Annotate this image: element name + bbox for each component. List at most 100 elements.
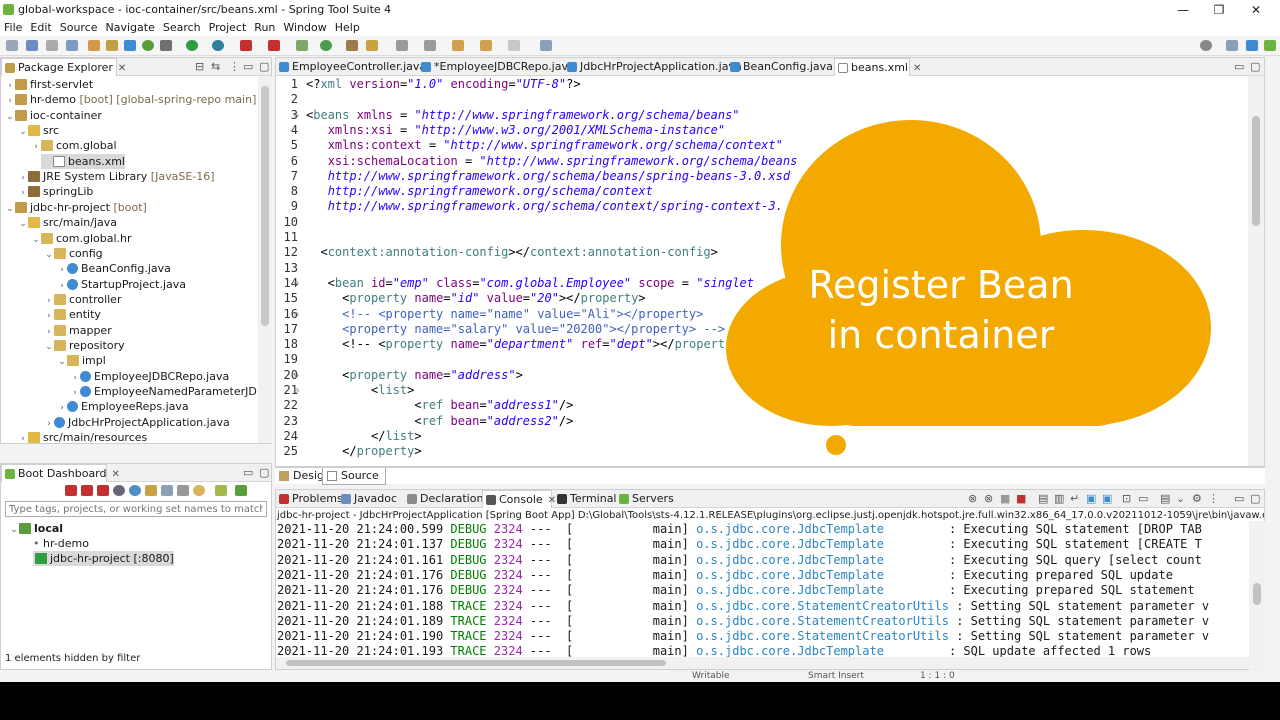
tree-item[interactable]: › com.global — [1, 138, 116, 155]
run-icon[interactable] — [186, 40, 198, 51]
tree-item[interactable]: › JdbcHrProjectApplication.java — [1, 415, 230, 430]
tab-javadoc[interactable]: Javadoc — [338, 490, 402, 508]
close-window-button[interactable]: ✕ — [1238, 1, 1274, 19]
new-package-icon[interactable] — [106, 40, 118, 51]
minimize-view-icon[interactable]: ▭ — [1234, 60, 1244, 73]
minimize-view-icon[interactable]: ▭ — [243, 60, 253, 73]
fold-icon[interactable]: ⊖ — [294, 108, 299, 123]
filter-icon[interactable] — [215, 485, 227, 496]
save-icon[interactable] — [26, 40, 38, 51]
pin-console-icon[interactable]: ⊡ — [1122, 492, 1131, 505]
new-icon[interactable] — [6, 40, 18, 51]
console-menu-icon[interactable]: ⌄ — [1176, 492, 1185, 505]
stop-icon[interactable] — [97, 485, 109, 496]
tree-item[interactable]: › BeanConfig.java — [1, 261, 171, 276]
console-vscrollbar[interactable] — [1249, 521, 1265, 670]
add-target-icon[interactable] — [235, 485, 247, 496]
expand-arrow-icon[interactable]: › — [31, 140, 41, 155]
close-icon[interactable]: ✕ — [118, 63, 126, 74]
menu-help[interactable]: Help — [331, 20, 364, 36]
tab-source[interactable]: Source — [322, 468, 386, 485]
tree-item[interactable]: › hr-demo [boot] [global-spring-repo main… — [1, 92, 256, 107]
tree-item[interactable]: ⌄ repository — [1, 338, 124, 353]
restart-icon[interactable] — [81, 485, 93, 496]
maximize-button[interactable]: ❐ — [1201, 1, 1237, 19]
minimize-view-icon[interactable]: ▭ — [243, 466, 253, 479]
tree-item[interactable]: › first-servlet — [1, 77, 93, 92]
annotation-next-icon[interactable] — [396, 40, 408, 51]
display-console-icon[interactable]: ▭ — [1138, 492, 1148, 505]
editor-scrollbar[interactable] — [1248, 76, 1264, 466]
tab-package-explorer[interactable]: Package Explorer ✕ — [1, 58, 126, 76]
boot-filter-input[interactable] — [5, 501, 267, 517]
menu-file[interactable]: File — [0, 20, 26, 36]
word-wrap-icon[interactable]: ↵ — [1070, 492, 1079, 505]
tab-console[interactable]: Console ✕ — [482, 490, 556, 508]
terminate-icon[interactable] — [268, 40, 280, 51]
tree-item[interactable]: ⌄ ioc-container — [1, 108, 102, 123]
fold-icon[interactable]: ⊖ — [294, 383, 299, 398]
editor-tab[interactable]: beans.xml ✕ — [834, 58, 921, 76]
link-editor-icon[interactable]: ⇆ — [211, 60, 220, 73]
scroll-lock-icon[interactable]: ▥ — [1054, 492, 1064, 505]
tree-item[interactable]: ⌄ com.global.hr — [1, 231, 131, 246]
scrollbar-thumb[interactable] — [1253, 583, 1261, 605]
menu-source[interactable]: Source — [56, 20, 102, 36]
tree-item[interactable]: › controller — [1, 292, 121, 307]
tree-item[interactable]: › springLib — [1, 184, 93, 199]
tree-item[interactable]: › mapper — [1, 323, 112, 338]
external-tools-icon[interactable] — [296, 40, 308, 51]
view-menu-icon[interactable]: ⋮ — [229, 60, 240, 73]
tree-item[interactable]: ›EmployeeNamedParameterJDBCRep — [1, 384, 257, 399]
remove-launch-icon[interactable]: ⊗ — [968, 492, 977, 505]
spring-perspective-icon[interactable] — [1264, 40, 1276, 51]
expand-arrow-icon[interactable]: › — [18, 432, 28, 443]
minimize-button[interactable]: — — [1165, 1, 1201, 19]
terminate-icon[interactable]: ■ — [1016, 492, 1026, 505]
back-icon[interactable] — [480, 40, 492, 51]
properties-icon[interactable] — [161, 485, 173, 496]
open-browser-icon[interactable] — [129, 485, 141, 496]
tree-item[interactable]: ⌄ jdbc-hr-project [boot] — [1, 200, 147, 215]
forward-icon[interactable] — [508, 40, 520, 51]
spring-boot-icon[interactable] — [142, 40, 154, 51]
boot-target-item[interactable]: jdbc-hr-project [:8080] — [33, 551, 174, 566]
menu-run[interactable]: Run — [250, 20, 279, 36]
show-stdout-icon[interactable]: ▣ — [1086, 492, 1096, 505]
editor-tab[interactable]: JdbcHrProjectApplication.java — [564, 58, 742, 76]
fold-icon[interactable]: ⊖ — [294, 307, 299, 322]
maximize-view-icon[interactable]: ▢ — [259, 60, 269, 73]
menu-project[interactable]: Project — [205, 20, 251, 36]
tree-item[interactable]: ⌄ src — [1, 123, 59, 138]
remove-all-icon[interactable]: ⊗ — [984, 492, 993, 505]
save-all-icon[interactable] — [46, 40, 58, 51]
run-last-icon[interactable] — [212, 40, 224, 51]
view-menu-icon[interactable]: ⋮ — [1208, 492, 1219, 505]
editor-tab[interactable]: EmployeeController.java — [276, 58, 426, 76]
expose-icon[interactable] — [177, 485, 189, 496]
minimize-view-icon[interactable]: ▭ — [1234, 492, 1244, 505]
search-icon[interactable] — [1200, 40, 1212, 51]
open-task-icon[interactable] — [366, 40, 378, 51]
tree-item[interactable]: ⌄ src/main/java — [1, 215, 117, 230]
lightbulb-icon[interactable] — [193, 485, 205, 496]
open-type-icon[interactable] — [346, 40, 358, 51]
coverage-icon[interactable] — [320, 40, 332, 51]
menu-navigate[interactable]: Navigate — [102, 20, 159, 36]
new-class-icon[interactable] — [124, 40, 136, 51]
maximize-view-icon[interactable]: ▢ — [259, 466, 269, 479]
last-edit-icon[interactable] — [452, 40, 464, 51]
maximize-view-icon[interactable]: ▢ — [1250, 60, 1260, 73]
debug-icon[interactable] — [160, 40, 172, 51]
tree-item[interactable]: › JRE System Library [JavaSE-16] — [1, 169, 214, 184]
settings-gear-icon[interactable]: ⚙ — [1192, 492, 1202, 505]
debug-icon[interactable] — [113, 485, 125, 496]
tab-servers[interactable]: Servers — [616, 490, 674, 508]
package-tree-scrollbar[interactable] — [258, 76, 272, 443]
tab-boot-dashboard[interactable]: Boot Dashboard ✕ — [1, 464, 120, 482]
delete-icon[interactable] — [65, 485, 77, 496]
tree-item[interactable]: › entity — [1, 307, 101, 322]
tab-declaration[interactable]: Declaration — [404, 490, 483, 508]
java-perspective-icon[interactable] — [1246, 40, 1258, 51]
tree-item[interactable]: beans.xml — [41, 153, 125, 169]
